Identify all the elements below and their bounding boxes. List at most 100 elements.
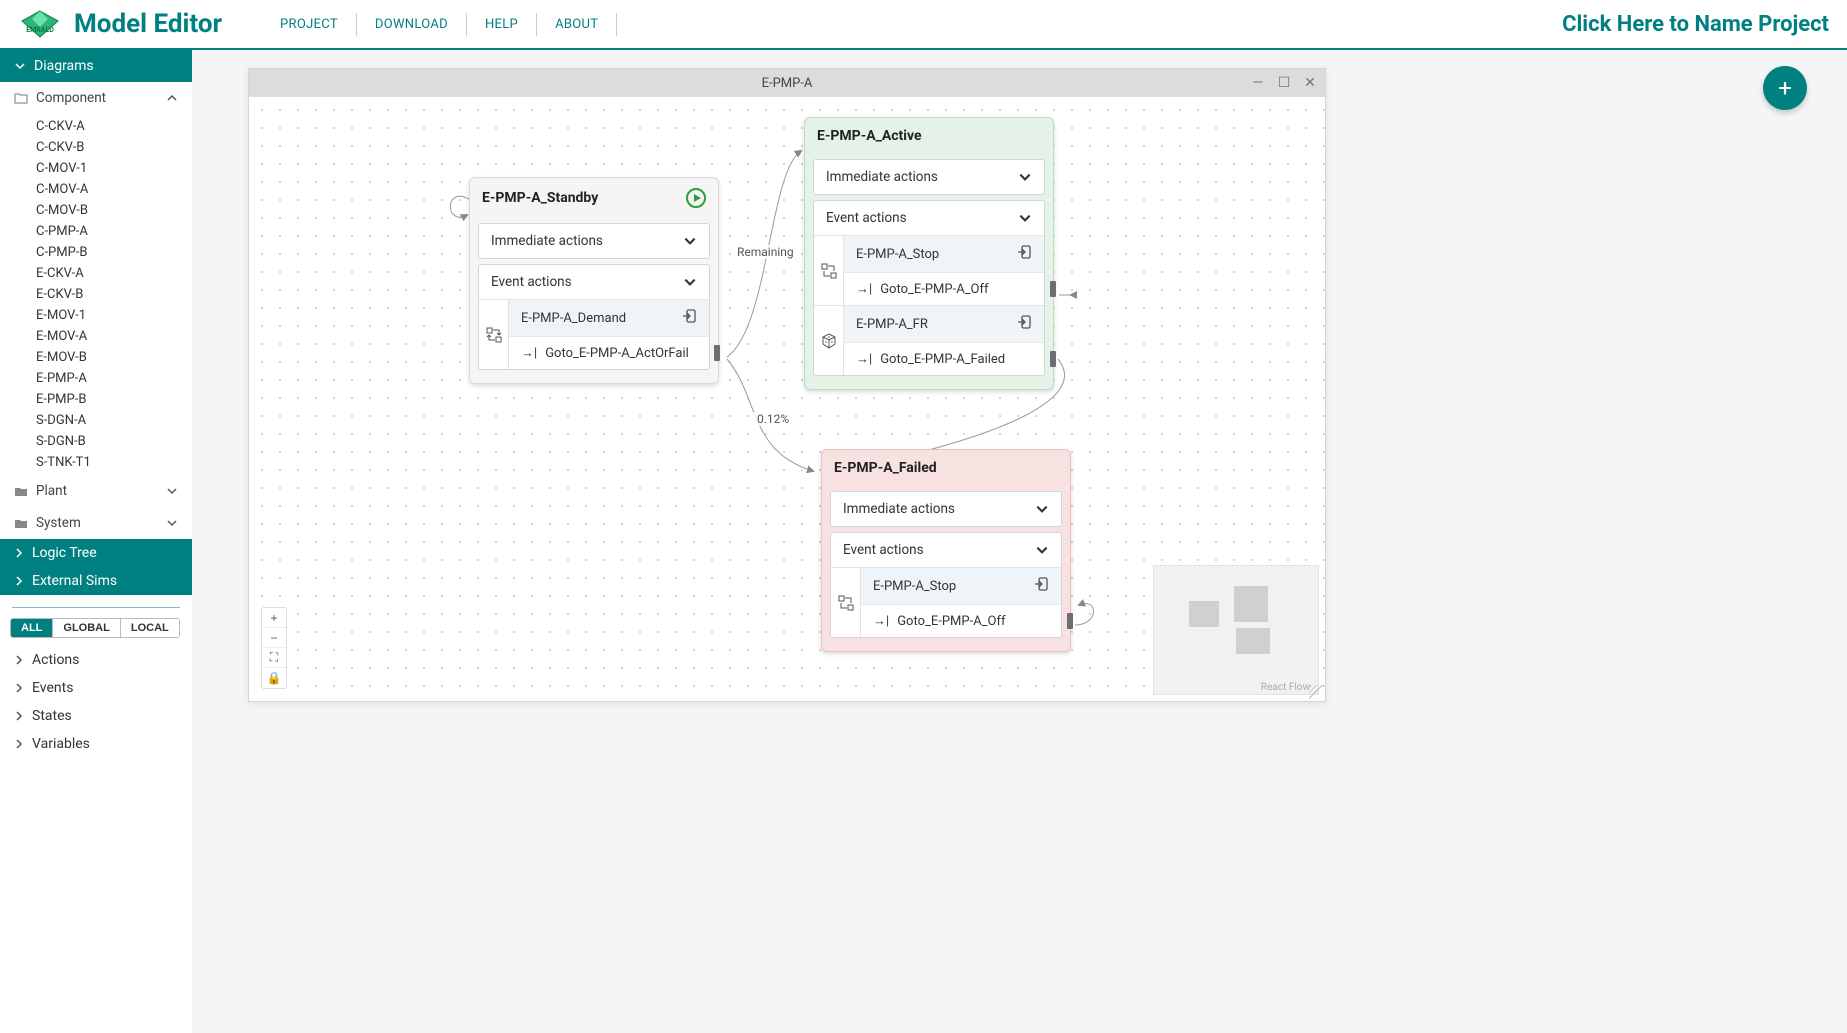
zoom-out-button[interactable]: − <box>262 628 286 648</box>
flow-canvas[interactable]: Remaining 0.12% E-PMP-A_Standby Immediat… <box>249 97 1325 701</box>
minimap[interactable]: React Flow <box>1153 565 1319 695</box>
sidebar-states[interactable]: States <box>0 702 192 730</box>
sidebar-item[interactable]: C-CKV-A <box>0 116 192 137</box>
event-action-text: Goto_E-PMP-A_ActOrFail <box>545 346 689 361</box>
sidebar-group-component-head[interactable]: Component <box>0 82 192 114</box>
nav-project[interactable]: PROJECT <box>262 13 357 36</box>
event-action-text: Goto_E-PMP-A_Failed <box>880 352 1005 367</box>
sidebar-item[interactable]: E-MOV-B <box>0 347 192 368</box>
event-title[interactable]: E-PMP-A_Stop <box>861 568 1061 604</box>
section-head[interactable]: Event actions <box>814 201 1044 235</box>
sidebar-actions-label: Actions <box>32 652 79 668</box>
transition-icon: →| <box>856 351 872 367</box>
nav-about[interactable]: ABOUT <box>537 13 617 36</box>
event-title[interactable]: E-PMP-A_Stop <box>844 236 1044 272</box>
section-head[interactable]: Immediate actions <box>831 492 1061 526</box>
start-state-icon <box>686 188 706 208</box>
sidebar-item[interactable]: C-CKV-B <box>0 137 192 158</box>
sidebar-item[interactable]: S-DGN-B <box>0 431 192 452</box>
node-active[interactable]: E-PMP-A_Active Immediate actions Event a… <box>804 117 1054 390</box>
window-controls: — ☐ ✕ <box>1249 69 1319 97</box>
connection-port[interactable] <box>1050 351 1056 367</box>
edge-label-prob: 0.12% <box>753 412 793 426</box>
section-label: Immediate actions <box>491 233 603 249</box>
section-head[interactable]: Immediate actions <box>479 224 709 258</box>
event-action[interactable]: →| Goto_E-PMP-A_ActOrFail <box>509 336 709 369</box>
chevron-right-icon <box>14 576 24 586</box>
sidebar-item[interactable]: E-PMP-A <box>0 368 192 389</box>
node-failed[interactable]: E-PMP-A_Failed Immediate actions Event a… <box>821 449 1071 652</box>
node-standby-title: E-PMP-A_Standby <box>482 190 598 206</box>
sidebar-variables[interactable]: Variables <box>0 730 192 758</box>
window-titlebar[interactable]: E-PMP-A — ☐ ✕ <box>249 69 1325 97</box>
sidebar-variables-label: Variables <box>32 736 90 752</box>
sidebar-external-sims[interactable]: External Sims <box>0 567 192 595</box>
sidebar-diagrams-label: Diagrams <box>34 58 94 74</box>
sidebar-item[interactable]: S-TNK-T1 <box>0 452 192 473</box>
dice-icon <box>814 306 844 375</box>
sidebar-item[interactable]: E-MOV-1 <box>0 305 192 326</box>
event-title[interactable]: E-PMP-A_FR <box>844 306 1044 342</box>
section-head[interactable]: Event actions <box>479 265 709 299</box>
sidebar-item[interactable]: C-PMP-A <box>0 221 192 242</box>
connection-port[interactable] <box>714 345 720 361</box>
node-standby[interactable]: E-PMP-A_Standby Immediate actions Event … <box>469 177 719 384</box>
event-action[interactable]: →| Goto_E-PMP-A_Off <box>844 272 1044 305</box>
window-minimize-icon[interactable]: — <box>1249 75 1267 91</box>
event-title-text: E-PMP-A_Stop <box>856 247 939 262</box>
sidebar-item[interactable]: C-MOV-A <box>0 179 192 200</box>
sidebar-item[interactable]: E-CKV-B <box>0 284 192 305</box>
connection-port[interactable] <box>1050 281 1056 297</box>
connection-port[interactable] <box>1067 613 1073 629</box>
node-standby-events: Event actions E-PMP-A_Demand <box>478 264 710 370</box>
window-close-icon[interactable]: ✕ <box>1301 75 1319 91</box>
node-failed-events: Event actions E-PMP-A_Stop <box>830 532 1062 638</box>
add-button[interactable]: + <box>1763 66 1807 110</box>
fit-view-button[interactable]: ⛶ <box>262 648 286 668</box>
main-nav: PROJECT DOWNLOAD HELP ABOUT <box>262 13 617 36</box>
scope-tab-all[interactable]: ALL <box>11 619 53 637</box>
edge-label-remaining: Remaining <box>733 245 798 259</box>
event-action[interactable]: →| Goto_E-PMP-A_Off <box>861 604 1061 637</box>
sidebar-actions[interactable]: Actions <box>0 646 192 674</box>
zoom-in-button[interactable]: + <box>262 608 286 628</box>
sidebar-group-component-label: Component <box>36 90 106 106</box>
window-maximize-icon[interactable]: ☐ <box>1275 75 1293 91</box>
state-change-icon <box>814 236 844 305</box>
folder-icon <box>14 484 28 498</box>
nav-help[interactable]: HELP <box>467 13 537 36</box>
node-failed-head[interactable]: E-PMP-A_Failed <box>822 450 1070 486</box>
sidebar-item[interactable]: E-CKV-A <box>0 263 192 284</box>
node-active-title: E-PMP-A_Active <box>817 128 922 144</box>
node-standby-head[interactable]: E-PMP-A_Standby <box>470 178 718 218</box>
sidebar-group-plant-label: Plant <box>36 483 67 499</box>
event-title[interactable]: E-PMP-A_Demand <box>509 300 709 336</box>
sidebar: Diagrams Component C-CKV-AC-CKV-BC-MOV-1… <box>0 50 192 1033</box>
scope-tab-global[interactable]: GLOBAL <box>53 619 120 637</box>
divider <box>12 607 180 608</box>
app-title: Model Editor <box>74 9 222 39</box>
event-action-text: Goto_E-PMP-A_Off <box>897 614 1005 629</box>
sidebar-item[interactable]: S-DGN-A <box>0 410 192 431</box>
chevron-right-icon <box>14 711 24 721</box>
sidebar-group-system-head[interactable]: System <box>0 507 192 539</box>
sidebar-item[interactable]: C-PMP-B <box>0 242 192 263</box>
sidebar-group-plant-head[interactable]: Plant <box>0 475 192 507</box>
lock-button[interactable]: 🔒 <box>262 668 286 688</box>
sidebar-diagrams-header[interactable]: Diagrams <box>0 50 192 82</box>
sidebar-events[interactable]: Events <box>0 674 192 702</box>
scope-tab-local[interactable]: LOCAL <box>121 619 179 637</box>
event-action[interactable]: →| Goto_E-PMP-A_Failed <box>844 342 1044 375</box>
sidebar-item[interactable]: C-MOV-1 <box>0 158 192 179</box>
project-name[interactable]: Click Here to Name Project <box>1562 12 1829 37</box>
sidebar-item[interactable]: C-MOV-B <box>0 200 192 221</box>
sidebar-item[interactable]: E-MOV-A <box>0 326 192 347</box>
section-head[interactable]: Event actions <box>831 533 1061 567</box>
sidebar-item[interactable]: E-PMP-B <box>0 389 192 410</box>
nav-download[interactable]: DOWNLOAD <box>357 13 467 36</box>
node-active-head[interactable]: E-PMP-A_Active <box>805 118 1053 154</box>
section-head[interactable]: Immediate actions <box>814 160 1044 194</box>
chevron-right-icon <box>14 739 24 749</box>
sidebar-logic-tree[interactable]: Logic Tree <box>0 539 192 567</box>
sidebar-events-label: Events <box>32 680 73 696</box>
